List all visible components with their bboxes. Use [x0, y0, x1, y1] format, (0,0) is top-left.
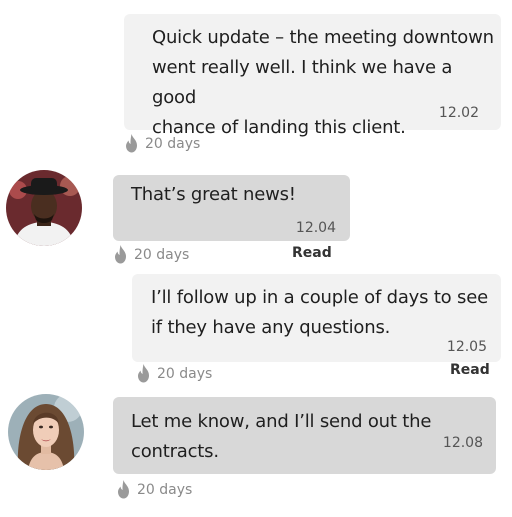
woman-avatar[interactable] [8, 394, 84, 470]
message-line: Let me know, and I’ll send out the [131, 411, 432, 432]
read-status: Read [450, 362, 490, 378]
message-expiry: 20 days [113, 245, 189, 264]
message-bubble-incoming[interactable]: That’s great news! 12.04 [113, 175, 350, 241]
message-bubble-incoming[interactable]: Let me know, and I’ll send out the contr… [113, 397, 496, 474]
read-status: Read [292, 245, 332, 261]
avatar-image [6, 170, 82, 246]
message-line: That’s great news! [131, 184, 296, 205]
message-time: 12.02 [438, 105, 479, 121]
message-text: Quick update – the meeting downtown went… [152, 23, 501, 143]
message-expiry: 20 days [124, 134, 200, 153]
message-time: 12.05 [446, 339, 487, 355]
message-expiry: 20 days [136, 364, 212, 383]
flame-icon [118, 480, 129, 499]
message-text: That’s great news! [131, 180, 296, 210]
message-text: Let me know, and I’ll send out the contr… [131, 407, 431, 467]
message-line: contracts. [131, 441, 219, 462]
message-bubble-outgoing[interactable]: Quick update – the meeting downtown went… [124, 14, 501, 138]
message-bubble-outgoing[interactable]: I’ll follow up in a couple of days to se… [132, 274, 501, 362]
message-line: went really well. I think we have a good [152, 57, 453, 108]
flame-icon [138, 364, 149, 383]
avatar-image [8, 394, 84, 470]
message-line: if they have any questions. [151, 317, 391, 338]
flame-icon [126, 134, 137, 153]
message-time: 12.04 [295, 220, 336, 236]
expiry-label: 20 days [134, 246, 190, 263]
flame-icon [115, 245, 126, 264]
message-time: 12.08 [442, 435, 483, 451]
message-line: I’ll follow up in a couple of days to se… [151, 287, 488, 308]
expiry-label: 20 days [137, 481, 193, 498]
message-line: Quick update – the meeting downtown [152, 27, 494, 48]
message-text: I’ll follow up in a couple of days to se… [151, 283, 488, 343]
expiry-label: 20 days [157, 365, 213, 382]
message-expiry: 20 days [116, 480, 192, 499]
man-with-hat-avatar[interactable] [6, 170, 82, 246]
expiry-label: 20 days [145, 135, 201, 152]
